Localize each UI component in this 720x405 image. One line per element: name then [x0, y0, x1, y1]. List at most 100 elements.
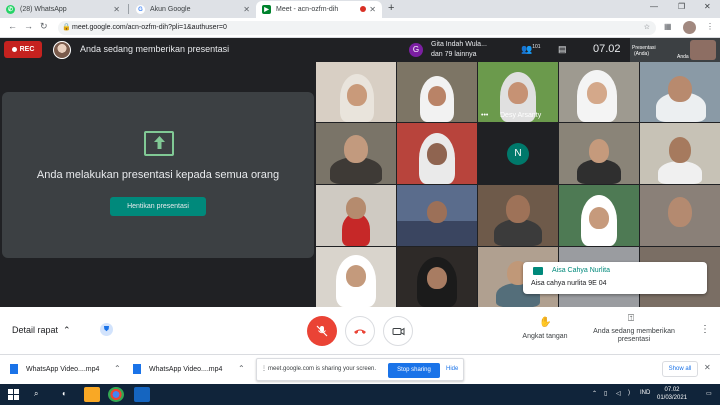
chat-icon[interactable]: ▤ [558, 44, 567, 55]
extension-icon[interactable]: ▦ [664, 22, 672, 31]
chat-message: Aisa cahya nurlita 9E 04 [531, 280, 607, 287]
meeting-details-label: Detail rapat [12, 325, 59, 335]
chrome-icon[interactable] [108, 387, 124, 402]
download-item[interactable]: WhatsApp Video....mp4 [10, 364, 99, 374]
presentation-message: Anda melakukan presentasi kepada semua o… [36, 169, 280, 181]
lock-icon: 🔒 [62, 24, 71, 31]
clock-date: 01/03/2021 [657, 395, 688, 401]
download-filename: WhatsApp Video....mp4 [149, 365, 223, 373]
input-language[interactable]: IND [640, 390, 650, 396]
tab-meet[interactable]: ▶ Meet - acn-ozfm-dih ✕ [256, 1, 382, 18]
more-options-icon[interactable]: ⋮ [700, 324, 710, 335]
participant-figure [658, 161, 702, 184]
participants-summary[interactable]: Gita Indah Wula... dan 79 lainnya [431, 40, 487, 60]
notifications-icon[interactable]: ▭ [706, 390, 712, 397]
more-options-icon[interactable]: ••• [481, 112, 488, 119]
url-field[interactable]: 🔒 meet.google.com/acn-ozfm-dih?pli=1&aut… [58, 21, 656, 35]
upload-arrow-icon [154, 136, 165, 149]
video-tile[interactable] [559, 185, 639, 246]
video-tile[interactable]: ••• Desy Arsanty [478, 62, 558, 122]
video-tile[interactable] [397, 123, 477, 184]
microphone-off-icon [316, 325, 328, 337]
presenter-video [690, 40, 716, 60]
new-tab-button[interactable]: + [388, 2, 394, 14]
chat-notification[interactable]: Aisa Cahya Nurlita Aisa cahya nurlita 9E… [523, 262, 707, 294]
video-tile[interactable] [316, 123, 396, 184]
close-shelf-icon[interactable]: ✕ [704, 363, 711, 372]
window-close-icon[interactable]: ✕ [704, 2, 711, 11]
volume-icon[interactable]: ◁ [616, 390, 621, 397]
chevron-up-icon[interactable]: ⌃ [114, 364, 121, 373]
raise-hand-icon[interactable]: ✋ [539, 317, 551, 328]
present-now-label: Anda sedang memberikan [593, 328, 675, 335]
tab-google-account[interactable]: G Akun Google ✕ [130, 1, 256, 18]
close-tab-icon[interactable]: ✕ [113, 5, 120, 14]
city-skyline-background [397, 221, 477, 246]
raise-hand-label[interactable]: Angkat tangan [508, 333, 582, 340]
present-now-icon[interactable]: ⍐ [628, 313, 634, 324]
tab-title: (28) WhatsApp [20, 6, 67, 13]
camera-button[interactable] [383, 316, 413, 346]
menu-kebab-icon[interactable]: ⋮ [706, 22, 714, 31]
system-clock[interactable]: 07.02 01/03/2021 [657, 386, 687, 402]
video-tile[interactable] [640, 123, 720, 184]
participant-face [346, 265, 366, 287]
video-tile[interactable] [397, 185, 477, 246]
hide-banner-button[interactable]: Hide [446, 366, 458, 372]
stop-presenting-button[interactable]: Hentikan presentasi [110, 197, 206, 216]
network-icon[interactable]: ▯ [604, 390, 607, 397]
presentation-panel: Anda melakukan presentasi kepada semua o… [2, 92, 314, 258]
profile-avatar[interactable] [683, 21, 696, 34]
microphone-off-button[interactable] [307, 316, 337, 346]
minimize-icon[interactable]: — [650, 2, 658, 11]
participants-others: dan 79 lainnya [431, 51, 477, 58]
video-tile[interactable] [316, 185, 396, 246]
stop-sharing-button[interactable]: Stop sharing [388, 363, 440, 378]
forward-arrow-icon[interactable]: → [24, 21, 33, 31]
back-arrow-icon[interactable]: ← [8, 21, 17, 31]
windows-start-icon[interactable] [8, 389, 19, 400]
maximize-icon[interactable]: ❐ [678, 2, 685, 11]
chevron-up-icon[interactable]: ⌃ [238, 364, 245, 373]
close-tab-icon[interactable]: ✕ [369, 5, 376, 14]
present-now-button[interactable]: Anda sedang memberikan presentasi [584, 328, 684, 344]
participant-avatar: G [409, 43, 423, 57]
participant-face [508, 82, 528, 104]
end-call-button[interactable] [345, 316, 375, 346]
participant-face [587, 82, 607, 104]
bookmark-star-icon[interactable]: ☆ [644, 21, 650, 35]
meeting-clock: 07.02 [593, 43, 621, 55]
people-icon[interactable]: 👥101 [521, 44, 541, 55]
tab-whatsapp[interactable]: ✆ (28) WhatsApp ✕ [0, 1, 126, 18]
video-tile[interactable] [397, 62, 477, 122]
chevron-up-icon[interactable]: ⌃ [592, 390, 597, 397]
meet-control-bar: Detail rapat ⌃ ⛊ ✋ Angkat tangan ⍐ Anda … [0, 307, 720, 354]
video-tile[interactable] [559, 62, 639, 122]
video-tile[interactable] [316, 62, 396, 122]
shield-icon[interactable]: ⛊ [100, 323, 113, 336]
search-icon[interactable]: ⌕ [34, 389, 38, 399]
store-icon[interactable] [134, 387, 150, 402]
clock-time: 07.02 [664, 387, 680, 393]
tab-title: Meet - acn-ozfm-dih [276, 6, 339, 13]
video-tile[interactable] [316, 247, 396, 307]
reload-icon[interactable]: ↻ [40, 21, 48, 32]
participant-figure [494, 219, 542, 246]
whatsapp-icon: ✆ [6, 5, 15, 14]
video-tile[interactable] [478, 185, 558, 246]
close-tab-icon[interactable]: ✕ [243, 5, 250, 14]
show-all-downloads-button[interactable]: Show all [662, 361, 698, 377]
video-tile[interactable] [559, 123, 639, 184]
speaker-icon[interactable]: ) [628, 390, 630, 396]
meeting-details-button[interactable]: Detail rapat ⌃ [12, 325, 71, 336]
video-tile[interactable] [397, 247, 477, 307]
edge-icon[interactable]: ◐ [62, 389, 67, 398]
video-tile[interactable]: N [478, 123, 558, 184]
video-tile[interactable] [640, 62, 720, 122]
download-item[interactable]: WhatsApp Video....mp4 [133, 364, 222, 374]
file-explorer-icon[interactable] [84, 387, 100, 402]
video-tile[interactable] [640, 185, 720, 246]
participant-count: 101 [532, 44, 541, 50]
drag-handle-icon[interactable]: ⋮ [261, 365, 267, 372]
participant-face [589, 207, 609, 229]
